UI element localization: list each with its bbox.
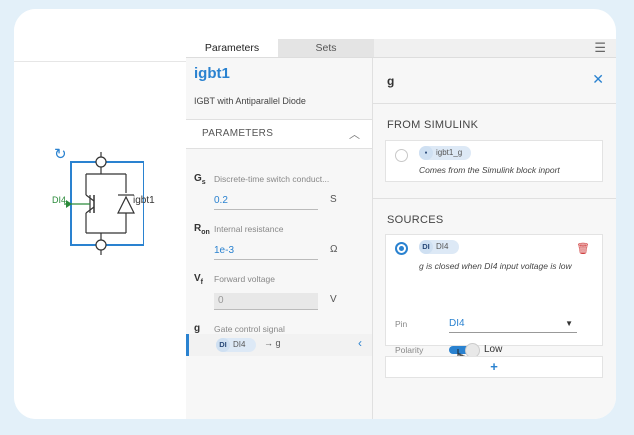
canvas[interactable]: ↻ DI4 igbt1 [14,9,186,419]
param-unit: S [330,194,337,205]
param-description: Gate control signal [214,324,285,334]
parameters-section-header[interactable]: PARAMETERS ︿ [186,119,372,149]
pin-select[interactable]: DI4 ▼ [449,316,577,333]
divider [373,103,616,104]
param-symbol: Gs [194,173,206,186]
chip-label: igbt1_g [436,148,463,157]
section-label: PARAMETERS [202,128,274,139]
pin-value: DI4 [449,318,465,329]
chip-label: DI4 [436,242,449,251]
source-chip: DI DI4 [419,240,459,254]
from-simulink-label: FROM SIMULINK [387,119,479,131]
param-symbol: Vf [194,273,204,286]
source-di4-card[interactable]: DI DI4 🗑 g is closed when DI4 input volta… [385,234,603,358]
param-description: Discrete-time switch conduct... [214,174,330,184]
polarity-label: Polarity [395,345,424,355]
signal-target: → g [264,338,281,348]
chevron-left-icon[interactable]: ‹ [358,336,362,350]
sources-label: SOURCES [387,214,444,226]
signal-chip[interactable]: DI DI4 [216,338,256,352]
gate-signal-row[interactable]: DI DI4 → g ‹ [186,334,372,356]
simulink-chip: ▪ igbt1_g [419,146,471,160]
source-radio[interactable] [395,242,408,255]
parameters-panel: igbt1 IGBT with Antiparallel Diode PARAM… [186,58,373,419]
from-simulink-option[interactable]: ▪ igbt1_g Comes from the Simulink block i… [385,140,603,182]
menu-icon[interactable]: ☰ [594,39,606,57]
trash-icon[interactable]: 🗑 [576,242,590,255]
port-label: DI4 [52,195,67,205]
param-gs-input[interactable]: 0.2 [214,193,318,210]
add-source-button[interactable]: + [385,356,603,378]
source-note: g is closed when DI4 input voltage is lo… [419,261,572,271]
component-title: igbt1 [194,65,230,82]
from-simulink-radio[interactable] [395,149,408,162]
param-ron-input[interactable]: 1e-3 [214,243,318,260]
tab-sets[interactable]: Sets [278,39,374,57]
polarity-value: Low [484,344,503,355]
param-unit: V [330,294,337,305]
chevron-up-icon[interactable]: ︿ [349,126,360,142]
selection-bar [186,334,189,356]
card: ↻ DI4 igbt1 Parameters Sets ☰ igbt1 IGBT… [14,9,616,419]
param-unit: Ω [330,244,338,255]
simulink-port-icon: ▪ [419,146,433,160]
param-symbol: g [194,323,201,334]
tab-parameters[interactable]: Parameters [186,39,279,57]
signal-title: g [387,74,395,88]
param-vf-input: 0 [214,293,318,310]
divider [373,198,616,199]
param-description: Internal resistance [214,224,284,234]
from-simulink-note: Comes from the Simulink block inport [419,165,560,175]
pin-label: Pin [395,319,408,329]
param-symbol: Ron [194,223,210,236]
chip-label: DI4 [233,340,246,349]
block-name-label: igbt1 [133,195,155,206]
di-badge: DI [419,240,433,254]
tab-bar: Parameters Sets ☰ [186,39,616,58]
param-description: Forward voltage [214,274,275,284]
caret-down-icon: ▼ [565,319,573,328]
canvas-divider [14,61,186,62]
signal-panel: g ✕ FROM SIMULINK ▪ igbt1_g Comes from th… [373,58,616,419]
close-icon[interactable]: ✕ [592,71,604,88]
di-badge: DI [216,338,230,352]
component-subtitle: IGBT with Antiparallel Diode [194,96,306,106]
